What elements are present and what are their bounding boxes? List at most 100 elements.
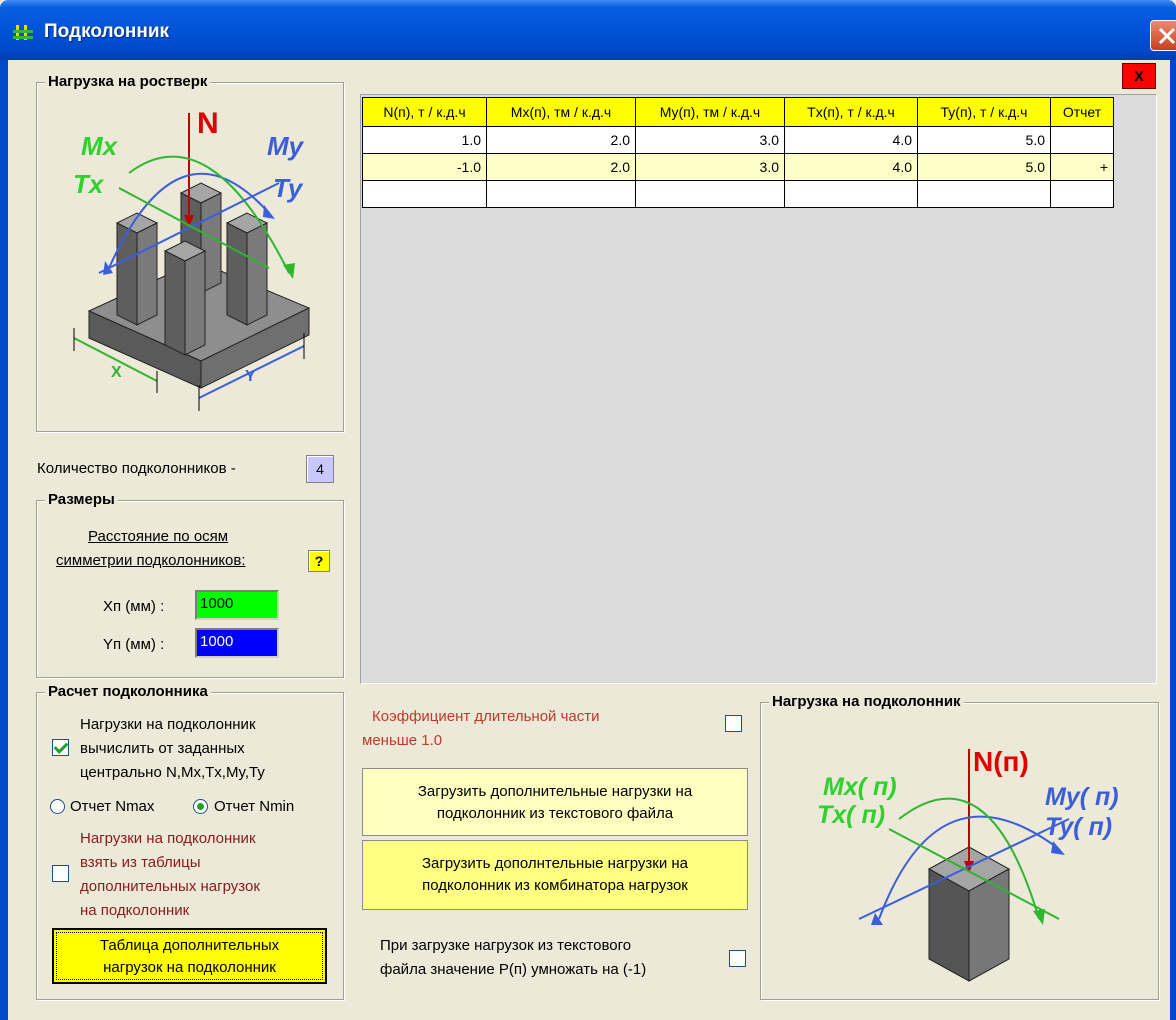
table-cell[interactable] xyxy=(1050,126,1114,154)
app-icon xyxy=(13,25,33,40)
dimensions-group: Размеры xyxy=(36,491,344,678)
y-dimension-label: Yп (мм) : xyxy=(103,636,165,653)
additional-loads-button-line2: нагрузок на подколонник xyxy=(103,959,276,976)
coefficient-label-line1: Коэффициент длительной части xyxy=(372,708,600,725)
table-cell[interactable]: 1.0 xyxy=(362,126,487,154)
podkolonnik-load-group: Нагрузка на подколонник N(п) Mx( п) Tx( … xyxy=(760,693,1159,1000)
additional-loads-button-line1: Таблица дополнительных xyxy=(99,937,280,954)
diagram-my-label: My xyxy=(267,131,305,161)
table-cell[interactable] xyxy=(917,180,1051,208)
table-cell[interactable]: 4.0 xyxy=(784,153,918,181)
table-cell[interactable]: 3.0 xyxy=(635,153,785,181)
load-combinator-button[interactable]: Загрузить дополнтельные нагрузки на подк… xyxy=(362,840,748,910)
diagram-tx-pod-label: Tx( п) xyxy=(817,801,885,829)
additional-loads-table-button[interactable]: Таблица дополнительных нагрузок на подко… xyxy=(52,928,327,984)
inner-close-button[interactable]: X xyxy=(1122,63,1156,89)
close-icon xyxy=(1158,27,1176,45)
load-text-file-line1: Загрузить дополнительные нагрузки на xyxy=(417,783,693,800)
loads-table[interactable]: N(п), т / к.д.ч Mx(п), тм / к.д.ч My(п),… xyxy=(362,97,1114,208)
column-header-mx[interactable]: Mx(п), тм / к.д.ч xyxy=(486,97,636,127)
table-loads-checkbox[interactable] xyxy=(52,865,69,882)
coefficient-checkbox[interactable] xyxy=(725,715,742,732)
help-button[interactable]: ? xyxy=(308,550,330,572)
column-header-my[interactable]: My(п), тм / к.д.ч xyxy=(635,97,785,127)
table-cell[interactable]: 3.0 xyxy=(635,126,785,154)
diagram-mx-label: Mx xyxy=(81,131,119,161)
loads-table-header: N(п), т / к.д.ч Mx(п), тм / к.д.ч My(п),… xyxy=(362,97,1114,127)
multiply-label-line2: файла значение Р(п) умножать на (-1) xyxy=(380,961,647,978)
inner-close-label: X xyxy=(1134,68,1144,84)
table-cell[interactable]: -1.0 xyxy=(362,153,487,181)
table-option-line2: взять из таблицы xyxy=(80,854,201,871)
table-cell[interactable] xyxy=(635,180,785,208)
title-bar[interactable]: Подколонник xyxy=(0,0,1176,60)
compute-loads-checkbox[interactable] xyxy=(52,739,69,756)
count-label: Количество подколонников - xyxy=(37,460,236,477)
count-value: 4 xyxy=(316,461,324,477)
diagram-mx-pod-label: Mx( п) xyxy=(823,773,897,801)
table-cell[interactable]: 5.0 xyxy=(917,153,1051,181)
x-dimension-value: 1000 xyxy=(200,595,234,612)
window-title: Подколонник xyxy=(44,21,170,42)
x-dimension-input[interactable]: 1000 xyxy=(195,590,279,620)
rostverk-load-title: Нагрузка на ростверк xyxy=(45,73,211,91)
report-nmin-radio[interactable] xyxy=(193,799,208,814)
rostverk-diagram: N Mx My Tx Ty X Y xyxy=(73,107,311,411)
calculation-title: Расчет подколонника xyxy=(45,683,211,701)
table-row[interactable]: 1.0 2.0 3.0 4.0 5.0 xyxy=(362,126,1114,154)
podkolonnik-load-title: Нагрузка на подколонник xyxy=(769,693,964,711)
table-row[interactable] xyxy=(362,180,1114,208)
report-nmax-label: Отчет Nmax xyxy=(70,798,155,815)
compute-option-line3: центрально N,Mx,Tx,My,Ty xyxy=(80,764,265,781)
table-cell[interactable]: 2.0 xyxy=(486,153,636,181)
table-option-line4: на подколонник xyxy=(80,902,190,919)
compute-option-line2: вычислить от заданных xyxy=(80,740,245,757)
axis-distance-label-1: Расстояние по осям xyxy=(88,528,229,545)
multiply-label-line1: При загрузке нагрузок из текстового xyxy=(380,937,632,954)
diagram-y-label: Y xyxy=(245,368,256,385)
compute-option-line1: Нагрузки на подколонник xyxy=(80,716,256,733)
table-cell[interactable] xyxy=(362,180,487,208)
load-text-file-button[interactable]: Загрузить дополнительные нагрузки на под… xyxy=(362,768,748,836)
podkolonnik-diagram: N(п) Mx( п) Tx( п) My( п) Ty( п) xyxy=(817,746,1119,982)
table-row[interactable]: -1.0 2.0 3.0 4.0 5.0 + xyxy=(362,153,1114,181)
column-header-ty[interactable]: Ty(п), т / к.д.ч xyxy=(917,97,1051,127)
count-button[interactable]: 4 xyxy=(306,455,334,483)
diagram-my-pod-label: My( п) xyxy=(1045,783,1119,811)
y-dimension-value: 1000 xyxy=(200,633,234,650)
table-option-line1: Нагрузки на подколонник xyxy=(80,830,256,847)
diagram-n-pod-label: N(п) xyxy=(973,746,1029,777)
diagram-x-label: X xyxy=(111,364,122,381)
table-cell[interactable]: 5.0 xyxy=(917,126,1051,154)
axis-distance-label-2: симметрии подколонников: xyxy=(56,552,246,569)
coefficient-label-line2: меньше 1.0 xyxy=(362,732,443,749)
load-text-file-line2: подколонник из текстового файла xyxy=(436,805,674,822)
column-header-report[interactable]: Отчет xyxy=(1050,97,1114,127)
table-cell[interactable]: 4.0 xyxy=(784,126,918,154)
rostverk-load-group: Нагрузка на ростверк N Mx My Tx Ty X Y xyxy=(36,73,344,432)
load-combinator-line1: Загрузить дополнтельные нагрузки на xyxy=(422,855,688,872)
diagram-n-label: N xyxy=(197,107,219,140)
table-cell[interactable]: 2.0 xyxy=(486,126,636,154)
table-cell[interactable] xyxy=(784,180,918,208)
window-frame-right xyxy=(1170,60,1176,1020)
table-cell[interactable] xyxy=(486,180,636,208)
table-cell[interactable] xyxy=(1050,180,1114,208)
help-label: ? xyxy=(314,553,324,569)
y-dimension-input[interactable]: 1000 xyxy=(195,628,279,658)
column-header-n[interactable]: N(п), т / к.д.ч xyxy=(362,97,487,127)
report-nmin-label: Отчет Nmin xyxy=(214,798,295,815)
multiply-checkbox[interactable] xyxy=(729,950,746,967)
table-cell[interactable]: + xyxy=(1050,153,1114,181)
dimensions-title: Размеры xyxy=(45,491,118,509)
diagram-ty-label: Ty xyxy=(273,173,304,203)
window-frame-left xyxy=(0,60,8,1020)
app-window: Подколонник X Нагрузка на ростверк N Mx … xyxy=(0,0,1176,1020)
diagram-tx-label: Tx xyxy=(73,169,105,199)
x-dimension-label: Xп (мм) : xyxy=(103,598,165,615)
load-combinator-line2: подколонник из комбинатора нагрузок xyxy=(422,877,688,894)
report-nmax-radio[interactable] xyxy=(50,799,65,814)
diagram-ty-pod-label: Ty( п) xyxy=(1045,813,1112,841)
column-header-tx[interactable]: Tx(п), т / к.д.ч xyxy=(784,97,918,127)
window-close-button[interactable] xyxy=(1150,20,1176,51)
